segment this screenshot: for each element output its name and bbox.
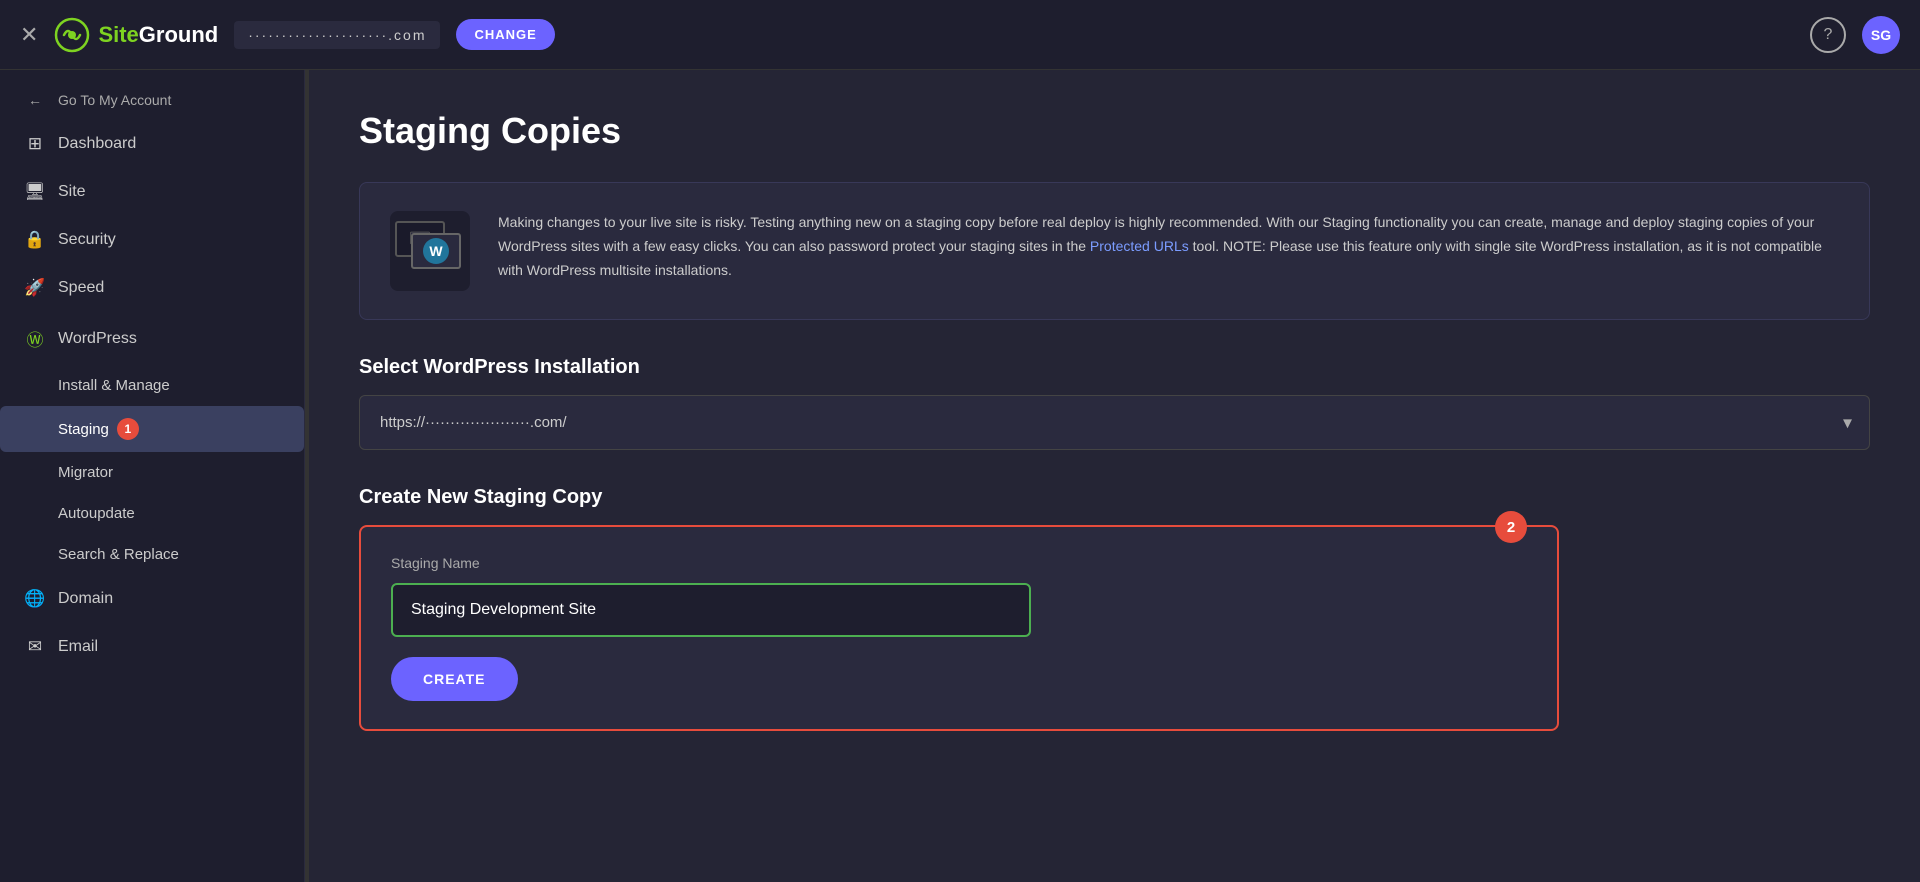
- sidebar-sub-install-manage[interactable]: Install & Manage: [0, 365, 304, 406]
- domain-icon: 🌐: [24, 589, 46, 609]
- topbar: ✕ SiteGround ·····················.com C…: [0, 0, 1920, 70]
- sidebar-label-wordpress: WordPress: [58, 330, 137, 348]
- main-layout: ← Go To My Account ⊞ Dashboard 🖥 Site 🔒 …: [0, 70, 1920, 882]
- installation-dropdown-wrap: https://·····················.com/ ▾: [359, 395, 1870, 450]
- install-manage-label: Install & Manage: [58, 377, 170, 394]
- step-2-badge: 2: [1495, 511, 1527, 543]
- protected-urls-link[interactable]: Protected URLs: [1090, 238, 1189, 254]
- wordpress-icon: Ⓦ: [24, 326, 46, 351]
- sidebar-item-wordpress[interactable]: Ⓦ WordPress: [0, 312, 304, 365]
- migrator-label: Migrator: [58, 464, 113, 481]
- staging-badge: 1: [117, 418, 139, 440]
- create-button[interactable]: CREATE: [391, 657, 518, 701]
- help-button[interactable]: ?: [1810, 17, 1846, 53]
- sidebar-label-email: Email: [58, 638, 98, 656]
- page-title: Staging Copies: [359, 110, 1870, 152]
- sidebar-label-security: Security: [58, 231, 116, 249]
- autoupdate-label: Autoupdate: [58, 505, 135, 522]
- logo: SiteGround: [54, 17, 218, 53]
- logo-icon: [54, 17, 90, 53]
- create-staging-title: Create New Staging Copy: [359, 486, 1870, 509]
- avatar[interactable]: SG: [1862, 16, 1900, 54]
- sidebar-label-domain: Domain: [58, 590, 113, 608]
- staging-name-input[interactable]: [391, 583, 1031, 637]
- speed-icon: 🚀: [24, 278, 46, 298]
- sidebar-label-dashboard: Dashboard: [58, 135, 136, 153]
- sidebar-sub-migrator[interactable]: Migrator: [0, 452, 304, 493]
- staging-label: Staging: [58, 421, 109, 438]
- security-icon: 🔒: [24, 230, 46, 250]
- sidebar-label-speed: Speed: [58, 279, 104, 297]
- sidebar-sub-staging[interactable]: Staging 1: [0, 406, 304, 452]
- topbar-right: ? SG: [1810, 16, 1900, 54]
- site-icon: 🖥: [24, 182, 46, 202]
- email-icon: ✉: [24, 637, 46, 657]
- domain-display: ·····················.com: [234, 21, 440, 49]
- sidebar-item-security[interactable]: 🔒 Security: [0, 216, 304, 264]
- topbar-left: ✕ SiteGround ·····················.com C…: [20, 17, 555, 53]
- info-box: W Making changes to your live site is ri…: [359, 182, 1870, 320]
- sidebar-item-dashboard[interactable]: ⊞ Dashboard: [0, 120, 304, 168]
- sidebar-item-email[interactable]: ✉ Email: [0, 623, 304, 671]
- close-button[interactable]: ✕: [20, 22, 38, 48]
- select-installation-title: Select WordPress Installation: [359, 356, 1870, 379]
- logo-text: SiteGround: [98, 22, 218, 48]
- sidebar-item-site[interactable]: 🖥 Site: [0, 168, 304, 216]
- change-domain-button[interactable]: CHANGE: [456, 19, 554, 50]
- sidebar: ← Go To My Account ⊞ Dashboard 🖥 Site 🔒 …: [0, 70, 305, 882]
- sidebar-item-speed[interactable]: 🚀 Speed: [0, 264, 304, 312]
- sidebar-sub-autoupdate[interactable]: Autoupdate: [0, 493, 304, 534]
- installation-dropdown[interactable]: https://·····················.com/: [359, 395, 1870, 450]
- back-label: Go To My Account: [58, 92, 171, 108]
- back-arrow-icon: ←: [24, 92, 46, 108]
- info-text: Making changes to your live site is risk…: [498, 211, 1839, 282]
- wordpress-staging-icon: W: [395, 221, 465, 281]
- content-area: Staging Copies W Making changes to your …: [309, 70, 1920, 882]
- create-staging-box: 2 Staging Name CREATE: [359, 525, 1559, 731]
- sidebar-label-site: Site: [58, 183, 86, 201]
- staging-name-label: Staging Name: [391, 555, 1527, 571]
- dashboard-icon: ⊞: [24, 134, 46, 154]
- info-icon-wrap: W: [390, 211, 470, 291]
- sidebar-item-domain[interactable]: 🌐 Domain: [0, 575, 304, 623]
- search-replace-label: Search & Replace: [58, 546, 179, 563]
- sidebar-item-back[interactable]: ← Go To My Account: [0, 80, 304, 120]
- sidebar-sub-search-replace[interactable]: Search & Replace: [0, 534, 304, 575]
